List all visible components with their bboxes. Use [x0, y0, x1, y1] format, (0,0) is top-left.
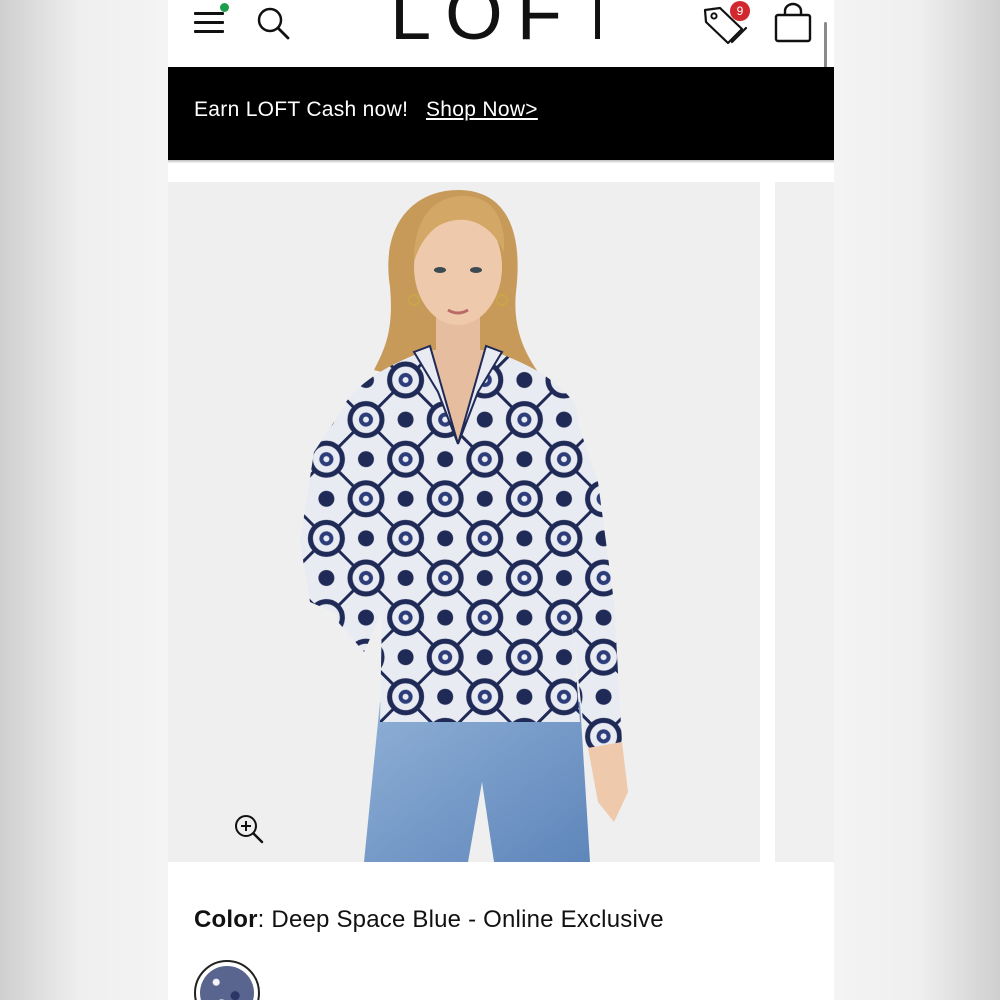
banner-shadow — [168, 160, 834, 163]
menu-icon-bar — [194, 12, 224, 15]
shopping-bag-button[interactable] — [772, 2, 814, 44]
product-image[interactable] — [168, 182, 760, 862]
shop-now-link[interactable]: Shop Now> — [426, 98, 538, 122]
color-swatch-deep-space-blue[interactable] — [194, 960, 260, 1000]
color-label: Color — [194, 906, 258, 933]
shopping-bag-icon — [774, 2, 812, 43]
menu-icon-bar — [194, 21, 224, 24]
search-icon — [257, 7, 290, 40]
model-photo — [168, 182, 760, 862]
site-header: LOFT 9 — [168, 0, 834, 67]
mobile-page: LOFT 9 Earn LOFT Cash now! Shop Now> — [168, 0, 834, 1000]
promo-text: Earn LOFT Cash now! — [194, 98, 409, 121]
promo-banner: Earn LOFT Cash now! Shop Now> — [168, 67, 834, 160]
color-info: Color: Deep Space Blue - Online Exclusiv… — [194, 906, 664, 934]
zoom-in-icon — [235, 815, 264, 844]
loft-logo[interactable]: LOFT — [390, 0, 600, 52]
menu-icon-bar — [194, 30, 224, 33]
search-button[interactable] — [254, 4, 292, 42]
zoom-button[interactable] — [234, 814, 264, 844]
offers-count-badge: 9 — [730, 1, 750, 21]
logo-text: LOFT — [390, 0, 600, 52]
swatch-pattern — [200, 966, 254, 1000]
color-value: : Deep Space Blue - Online Exclusive — [257, 906, 664, 933]
notification-dot — [220, 3, 229, 12]
scrollbar[interactable] — [824, 22, 827, 68]
next-product-image-peek[interactable] — [775, 182, 834, 862]
